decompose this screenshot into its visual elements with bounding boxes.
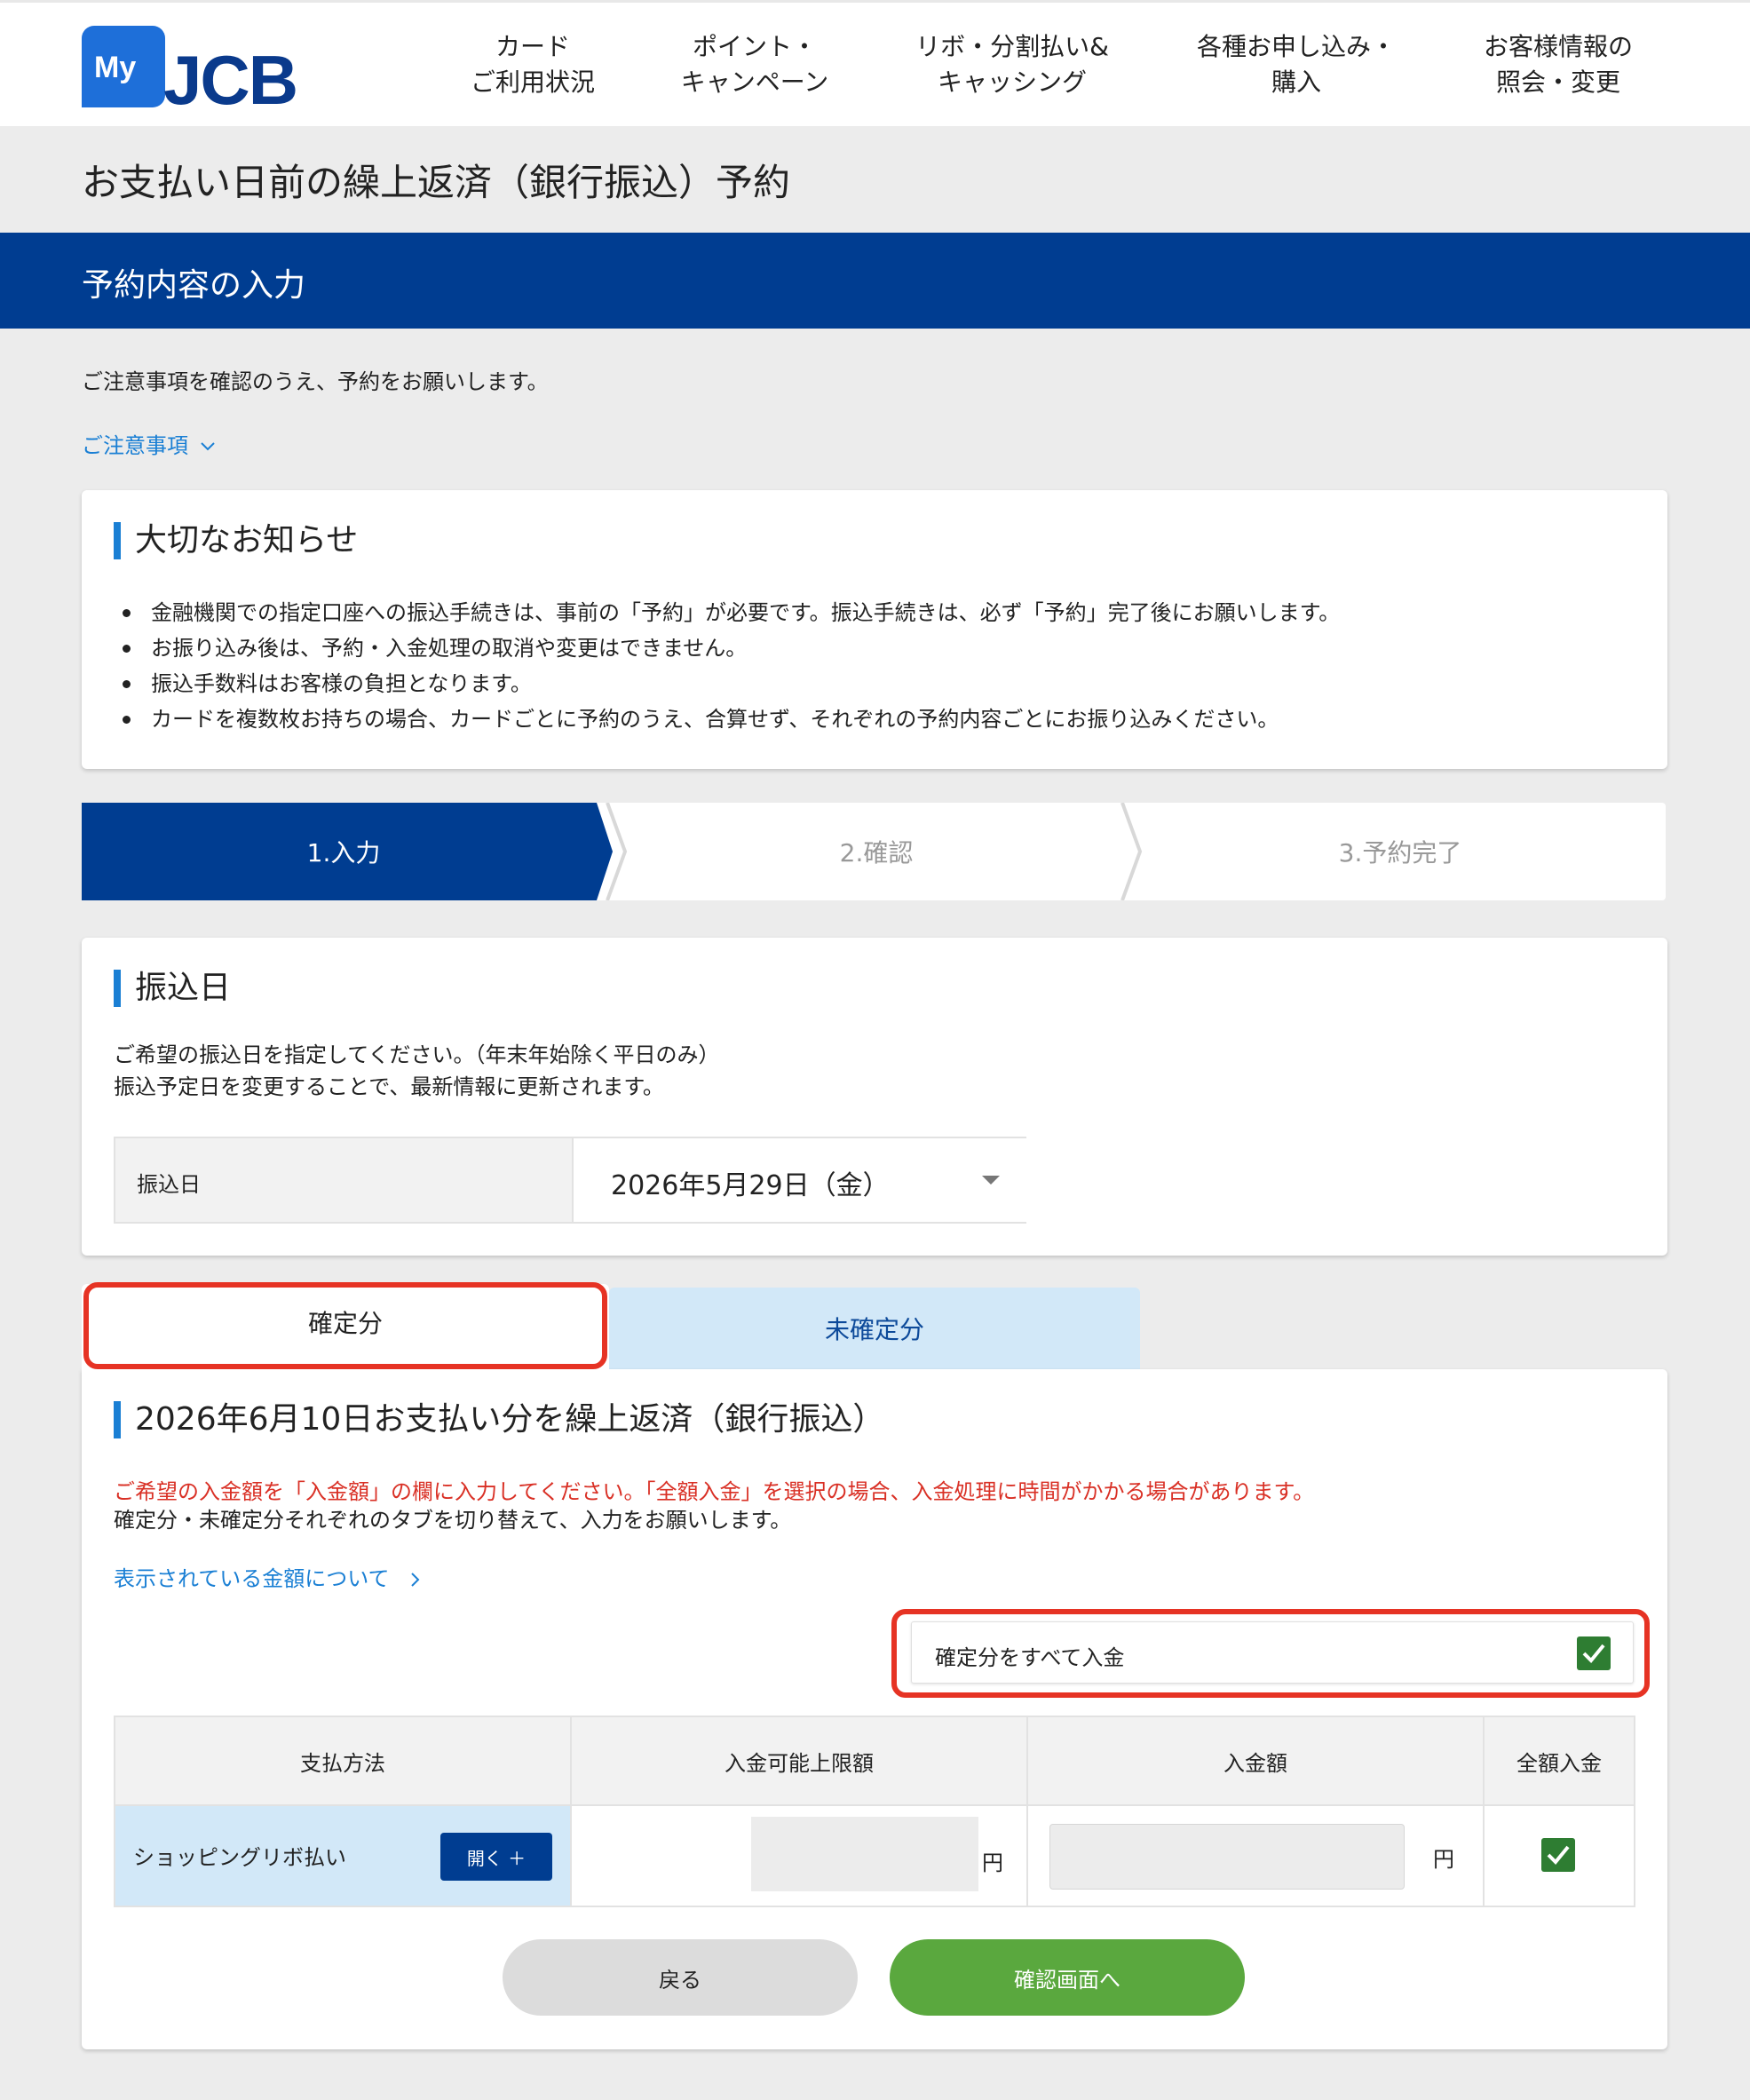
transfer-date-label: 振込日 xyxy=(115,1138,572,1222)
payment-heading: 2026年6月10日お支払い分を繰上返済（銀行振込） xyxy=(114,1401,884,1438)
important-heading: 大切なお知らせ xyxy=(114,522,358,559)
tab-confirmed-label: 確定分 xyxy=(307,1309,383,1338)
full-pay-checkbox[interactable] xyxy=(1541,1838,1575,1872)
nav-card-usage[interactable]: カード ご利用状況 xyxy=(444,29,622,100)
open-details-button[interactable]: 開く ＋ xyxy=(440,1833,552,1881)
method-name: ショッピングリボ払い xyxy=(133,1845,346,1870)
confirm-button[interactable]: 確認画面へ xyxy=(890,1939,1245,2016)
transfer-heading: 振込日 xyxy=(114,970,231,1007)
step-confirm-label: 2.確認 xyxy=(839,838,914,868)
table-row: ショッピングリボ払い 開く ＋ xyxy=(115,1806,572,1906)
notice-link[interactable]: ご注意事項 xyxy=(82,428,217,459)
list-item: カードを複数枚お持ちの場合、カードごとに予約のうえ、合算せず、それぞれの予約内容… xyxy=(115,701,1625,737)
limit-unit: 円 xyxy=(982,1850,1003,1875)
limit-value xyxy=(751,1817,978,1891)
important-list: 金融機関での指定口座への振込手続きは、事前の「予約」が必要です。振込手続きは、必… xyxy=(115,595,1625,737)
back-button[interactable]: 戻る xyxy=(503,1939,858,2016)
nav-revolving-cashing[interactable]: リボ・分割払い& キャッシング xyxy=(897,29,1128,100)
tab-unconfirmed-label: 未確定分 xyxy=(824,1315,924,1344)
intro-text: ご注意事項を確認のうえ、予約をお願いします。 xyxy=(82,369,549,394)
transfer-desc-2: 振込予定日を変更することで、最新情報に更新されます。 xyxy=(114,1074,664,1099)
transfer-date-value: 2026年5月29日（金） xyxy=(611,1170,890,1201)
page-title: お支払い日前の繰上返済（銀行振込）予約 xyxy=(82,161,791,204)
chevron-right-icon xyxy=(411,1573,420,1587)
myjcb-logo[interactable]: My JCB xyxy=(82,26,341,115)
step-complete: 3.予約完了 xyxy=(1138,803,1662,900)
table-header-amount: 入金額 xyxy=(1028,1717,1485,1806)
step-input: 1.入力 xyxy=(82,803,606,900)
amount-info-link-label: 表示されている金額について xyxy=(114,1566,390,1591)
table-header-limit: 入金可能上限額 xyxy=(572,1717,1028,1806)
step-input-label: 1.入力 xyxy=(306,838,381,868)
step-complete-label: 3.予約完了 xyxy=(1338,838,1462,868)
nav-applications[interactable]: 各種お申し込み・ 購入 xyxy=(1181,29,1412,100)
progress-steps: 1.入力 2.確認 3.予約完了 xyxy=(82,803,1666,900)
list-item: お振り込み後は、予約・入金処理の取消や変更はできません。 xyxy=(115,630,1625,666)
amount-info-link[interactable]: 表示されている金額について xyxy=(114,1561,423,1592)
section-title: 予約内容の入力 xyxy=(82,267,306,304)
step-confirm: 2.確認 xyxy=(614,803,1138,900)
amount-cell: 円 xyxy=(1028,1806,1485,1906)
all-pay-checkbox[interactable] xyxy=(1577,1636,1611,1670)
transfer-date-select[interactable]: 2026年5月29日（金） xyxy=(572,1138,1026,1222)
payment-table: 支払方法 入金可能上限額 入金額 全額入金 ショッピングリボ払い 開く ＋ 円 … xyxy=(114,1716,1635,1907)
list-item: 金融機関での指定口座への振込手続きは、事前の「予約」が必要です。振込手続きは、必… xyxy=(115,595,1625,630)
payment-note-2: 確定分・未確定分それぞれのタブを切り替えて、入力をお願いします。 xyxy=(114,1508,792,1533)
table-header-full: 全額入金 xyxy=(1485,1717,1634,1806)
caret-down-icon xyxy=(982,1176,1000,1185)
transfer-date-row: 振込日 2026年5月29日（金） xyxy=(114,1137,1026,1224)
checkmark-icon xyxy=(1582,1644,1605,1663)
notice-link-label: ご注意事項 xyxy=(82,433,188,458)
logo-jcb-wordmark: JCB xyxy=(163,41,298,119)
all-pay-toggle[interactable]: 確定分をすべて入金 xyxy=(911,1621,1634,1684)
checkmark-icon xyxy=(1547,1845,1570,1865)
tab-unconfirmed[interactable]: 未確定分 xyxy=(609,1288,1140,1369)
nav-customer-info[interactable]: お客様情報の 照会・変更 xyxy=(1456,29,1660,100)
nav-points-campaign[interactable]: ポイント・ キャンペーン xyxy=(657,29,852,100)
logo-my-mark: My xyxy=(82,26,165,107)
list-item: 振込手数料はお客様の負担となります。 xyxy=(115,666,1625,701)
all-pay-label: 確定分をすべて入金 xyxy=(935,1645,1125,1670)
amount-unit: 円 xyxy=(1433,1847,1454,1872)
payment-card xyxy=(82,1369,1667,2049)
tab-confirmed[interactable]: 確定分 xyxy=(82,1284,609,1373)
table-header-method: 支払方法 xyxy=(115,1717,572,1806)
full-pay-cell xyxy=(1485,1806,1634,1906)
chevron-down-icon xyxy=(200,442,215,451)
header: My JCB カード ご利用状況 ポイント・ キャンペーン リボ・分割払い& キ… xyxy=(0,0,1750,126)
amount-input[interactable] xyxy=(1049,1824,1405,1890)
transfer-desc-1: ご希望の振込日を指定してください。（年末年始除く平日のみ） xyxy=(114,1042,720,1067)
payment-red-note: ご希望の入金額を「入金額」の欄に入力してください。「全額入金」を選択の場合、入金… xyxy=(114,1479,1315,1504)
limit-cell: 円 xyxy=(572,1806,1028,1906)
